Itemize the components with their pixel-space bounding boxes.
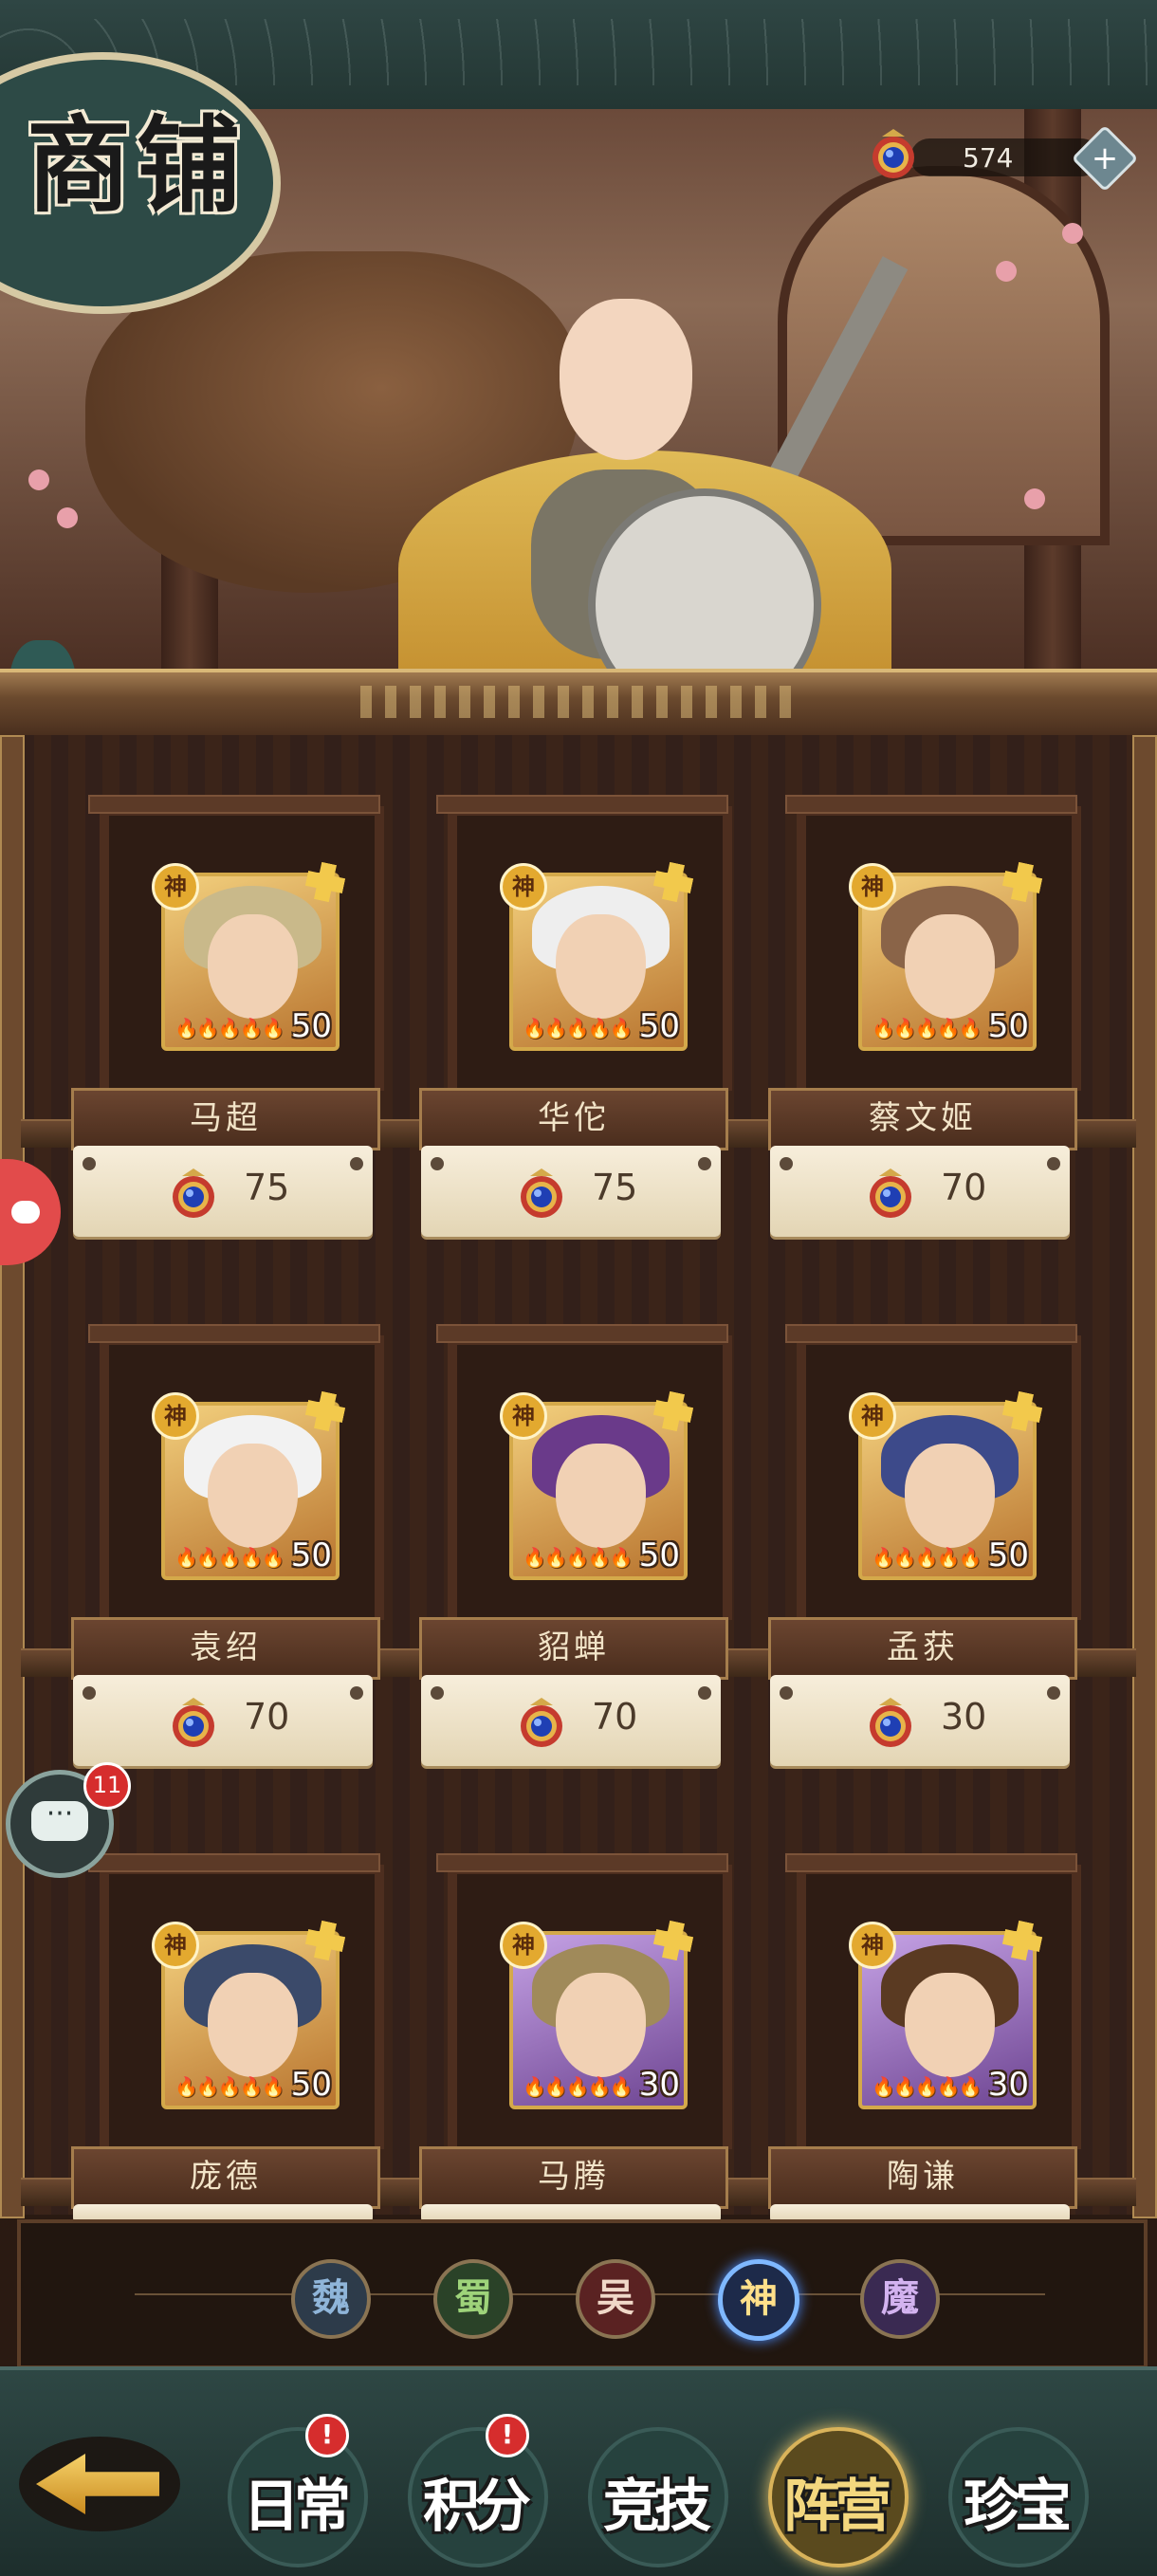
gem-icon (870, 1168, 911, 1218)
gem-icon (870, 1698, 911, 1747)
item-price: 70 (941, 1167, 987, 1208)
buy-button[interactable]: 70 (770, 1146, 1070, 1237)
nav-tab[interactable]: 阵营 (759, 2408, 910, 2567)
buy-button[interactable]: 75 (421, 1146, 721, 1237)
hero-name: 陶谦 (887, 2158, 959, 2196)
back-button[interactable] (19, 2437, 180, 2531)
chat-icon (31, 1797, 88, 1841)
faction-tab[interactable]: 吴 (576, 2259, 655, 2339)
shop-item-card[interactable]: 🔥🔥🔥🔥🔥 50 神 马超 75 (62, 749, 384, 1237)
star-rating-icon: 🔥🔥🔥🔥🔥 (523, 1546, 634, 1569)
gem-icon (173, 1698, 214, 1747)
god-faction-badge: 神 (152, 1922, 199, 1969)
hero-nameplate: 马超 (71, 1088, 380, 1150)
hero-nameplate: 孟获 (768, 1617, 1077, 1680)
shop-item-card[interactable]: 🔥🔥🔥🔥🔥 50 神 华佗 75 (410, 749, 732, 1237)
shop-item-card[interactable]: 🔥🔥🔥🔥🔥 50 神 蔡文姬 70 (759, 749, 1081, 1237)
faction-filter-bar: 魏蜀吴神魔 (17, 2219, 1148, 2369)
hero-name: 马腾 (538, 2158, 610, 2196)
hero-nameplate: 华佗 (419, 1088, 728, 1150)
back-arrow-icon (36, 2454, 159, 2514)
hero-name: 庞德 (190, 2158, 262, 2196)
hero-level: 50 (290, 1007, 332, 1045)
hero-name: 蔡文姬 (869, 1099, 977, 1137)
banner-divider (0, 669, 1157, 739)
god-faction-badge: 神 (500, 1392, 547, 1440)
hero-level: 50 (987, 1536, 1029, 1574)
hero-name: 袁绍 (190, 1628, 262, 1666)
hero-illustration (560, 299, 692, 460)
gem-icon (173, 1168, 214, 1218)
star-rating-icon: 🔥🔥🔥🔥🔥 (872, 1546, 983, 1569)
star-rating-icon: 🔥🔥🔥🔥🔥 (872, 1017, 983, 1040)
nav-tab-label: 阵营 (783, 2474, 891, 2540)
shop-item-card[interactable]: 🔥🔥🔥🔥🔥 50 神 貂蝉 70 (410, 1279, 732, 1766)
nav-tab-label: 日常 (243, 2474, 351, 2540)
nav-tab[interactable]: 珍宝 (939, 2408, 1091, 2567)
hero-level: 50 (290, 1536, 332, 1574)
shop-item-card[interactable]: 🔥🔥🔥🔥🔥 50 神 孟获 30 (759, 1279, 1081, 1766)
page-title: 商铺 (27, 104, 247, 227)
star-rating-icon: 🔥🔥🔥🔥🔥 (872, 2075, 983, 2098)
hero-name: 马超 (190, 1099, 262, 1137)
hero-nameplate: 貂蝉 (419, 1617, 728, 1680)
god-faction-badge: 神 (152, 863, 199, 911)
nav-tab-label: 竞技 (603, 2474, 711, 2540)
faction-tab[interactable]: 蜀 (433, 2259, 513, 2339)
bottom-nav: 日常! 积分! 竞技 阵营 珍宝 (0, 2366, 1157, 2576)
faction-tab[interactable]: 魔 (860, 2259, 940, 2339)
hero-nameplate: 马腾 (419, 2146, 728, 2209)
hero-name: 孟获 (887, 1628, 959, 1666)
alert-badge: ! (305, 2414, 349, 2457)
hero-level: 50 (638, 1007, 680, 1045)
star-rating-icon: 🔥🔥🔥🔥🔥 (523, 2075, 634, 2098)
chat-unread-badge: 11 (83, 1762, 131, 1810)
gem-icon (521, 1698, 562, 1747)
hero-level: 50 (290, 2066, 332, 2104)
item-price: 75 (244, 1167, 290, 1208)
hero-level: 50 (987, 1007, 1029, 1045)
hero-name: 华佗 (538, 1099, 610, 1137)
buy-button[interactable]: 70 (73, 1675, 373, 1766)
hero-nameplate: 袁绍 (71, 1617, 380, 1680)
plus-icon: + (1091, 139, 1119, 177)
item-price: 30 (941, 1696, 987, 1738)
nav-tab[interactable]: 积分! (398, 2408, 550, 2567)
gem-icon (521, 1168, 562, 1218)
god-faction-badge: 神 (152, 1392, 199, 1440)
hero-nameplate: 庞德 (71, 2146, 380, 2209)
god-faction-badge: 神 (500, 863, 547, 911)
shop-item-card[interactable]: 🔥🔥🔥🔥🔥 50 神 袁绍 70 (62, 1279, 384, 1766)
hero-level: 50 (638, 1536, 680, 1574)
gem-icon (872, 129, 914, 178)
faction-tab[interactable]: 魏 (291, 2259, 371, 2339)
faction-tab[interactable]: 神 (718, 2259, 799, 2341)
god-faction-badge: 神 (849, 1922, 896, 1969)
buy-button[interactable]: 75 (73, 1146, 373, 1237)
buy-button[interactable]: 70 (421, 1675, 721, 1766)
hero-name: 貂蝉 (538, 1628, 610, 1666)
item-price: 70 (244, 1696, 290, 1738)
hero-nameplate: 陶谦 (768, 2146, 1077, 2209)
nav-tab-label: 珍宝 (964, 2474, 1072, 2540)
nav-tab[interactable]: 竞技 (578, 2408, 730, 2567)
god-faction-badge: 神 (500, 1922, 547, 1969)
hero-nameplate: 蔡文姬 (768, 1088, 1077, 1150)
nav-tab[interactable]: 日常! (218, 2408, 370, 2567)
hero-level: 30 (987, 2066, 1029, 2104)
alert-badge: ! (486, 2414, 529, 2457)
buy-button[interactable]: 30 (770, 1675, 1070, 1766)
god-faction-badge: 神 (849, 1392, 896, 1440)
star-rating-icon: 🔥🔥🔥🔥🔥 (174, 1546, 285, 1569)
item-price: 70 (592, 1696, 638, 1738)
hero-level: 30 (638, 2066, 680, 2104)
currency-amount: 574 (963, 142, 1014, 174)
currency-display: 574 + (854, 124, 1139, 193)
nav-tab-label: 积分 (423, 2474, 531, 2540)
star-rating-icon: 🔥🔥🔥🔥🔥 (174, 2075, 285, 2098)
item-price: 75 (592, 1167, 638, 1208)
star-rating-icon: 🔥🔥🔥🔥🔥 (174, 1017, 285, 1040)
star-rating-icon: 🔥🔥🔥🔥🔥 (523, 1017, 634, 1040)
god-faction-badge: 神 (849, 863, 896, 911)
